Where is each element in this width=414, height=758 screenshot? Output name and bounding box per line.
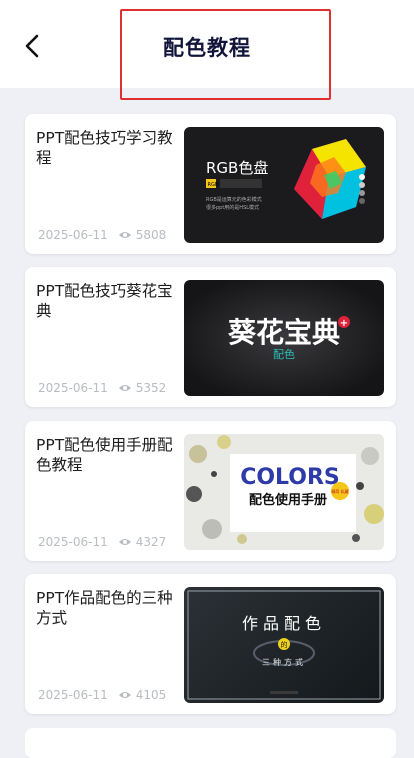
thumb-line1: RGB是运算元的色彩模式 xyxy=(206,196,262,203)
article-thumbnail: 作品配色 的 三种方式 xyxy=(184,587,384,703)
view-number: 5352 xyxy=(135,381,167,395)
eye-icon xyxy=(118,539,131,545)
app-header: 配色教程 xyxy=(0,0,414,100)
article-title: PPT作品配色的三种方式 xyxy=(36,589,173,627)
view-number: 5808 xyxy=(135,228,167,242)
thumb-sub: 三种方式 xyxy=(262,657,306,667)
color-cube xyxy=(294,139,366,219)
thumb-badge: RGB xyxy=(208,182,219,188)
thumb-sub: 配色 xyxy=(273,347,295,361)
article-date: 2025-06-11 xyxy=(38,535,108,549)
eye-icon xyxy=(118,232,131,238)
article-date: 2025-06-11 xyxy=(38,381,108,395)
view-number: 4105 xyxy=(135,688,167,702)
article-title: PPT配色技巧学习教程 xyxy=(36,129,173,167)
eye-icon xyxy=(118,385,131,391)
view-count: 4105 xyxy=(118,688,167,702)
view-count: 4327 xyxy=(118,535,167,549)
article-card[interactable] xyxy=(25,728,396,758)
article-thumbnail: COLORS 配色使用手册 精简 私藏 xyxy=(184,434,384,550)
article-meta: 2025-06-11 5808 xyxy=(38,228,166,242)
thumb-heading: 作品配色 xyxy=(242,614,326,633)
article-card[interactable]: PPT配色技巧学习教程 2025-06-11 5808 RGB色盘 RGB RG… xyxy=(25,114,396,254)
article-title: PPT配色使用手册配色教程 xyxy=(36,436,173,474)
thumb-sub: 配色使用手册 xyxy=(249,492,327,508)
thumb-heading: 葵花宝典 xyxy=(227,316,340,349)
thumb-heading: RGB色盘 xyxy=(206,159,268,177)
highlight-box xyxy=(120,9,331,100)
article-card[interactable]: PPT配色使用手册配色教程 2025-06-11 4327 COLORS 配色使… xyxy=(25,421,396,561)
article-meta: 2025-06-11 4327 xyxy=(38,535,166,549)
article-thumbnail: 葵花宝典 + 配色 xyxy=(184,280,384,396)
thumb-mid: 的 xyxy=(281,640,288,649)
article-card[interactable]: PPT配色技巧葵花宝典 2025-06-11 5352 葵花宝典 + 配色 xyxy=(25,267,396,407)
article-date: 2025-06-11 xyxy=(38,228,108,242)
view-count: 5352 xyxy=(118,381,167,395)
view-number: 4327 xyxy=(135,535,167,549)
article-date: 2025-06-11 xyxy=(38,688,108,702)
article-title: PPT配色技巧葵花宝典 xyxy=(36,282,173,320)
thumb-plus: + xyxy=(340,318,348,329)
article-thumbnail: RGB色盘 RGB RGB是运算元的色彩模式 很多ppt用的是HSL模式 xyxy=(184,127,384,243)
article-meta: 2025-06-11 5352 xyxy=(38,381,166,395)
view-count: 5808 xyxy=(118,228,167,242)
thumb-line2: 很多ppt用的是HSL模式 xyxy=(206,204,259,211)
eye-icon xyxy=(118,692,131,698)
article-card[interactable]: PPT作品配色的三种方式 2025-06-11 4105 作品配色 的 三种方式 xyxy=(25,574,396,714)
thumb-tag: 精简 私藏 xyxy=(331,488,348,494)
thumb-heading: COLORS xyxy=(240,465,340,490)
article-meta: 2025-06-11 4105 xyxy=(38,688,166,702)
